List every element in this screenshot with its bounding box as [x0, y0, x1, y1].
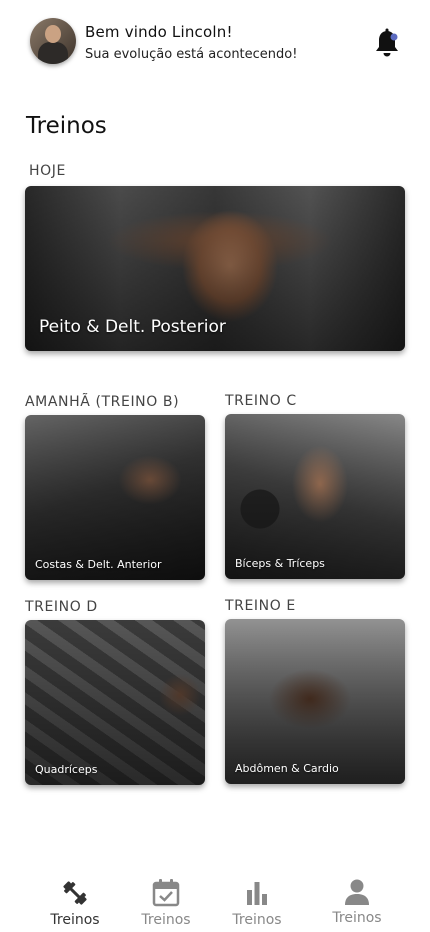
avatar[interactable] — [30, 18, 76, 64]
workout-e-label: TREINO E — [225, 598, 296, 614]
calendar-check-icon — [152, 879, 180, 907]
notification-dot — [390, 33, 398, 41]
page-title: Treinos — [26, 113, 107, 139]
workout-b-title: Costas & Delt. Anterior — [35, 558, 162, 571]
nav-item-stats[interactable]: Treinos — [211, 868, 303, 932]
today-workout-card[interactable]: Peito & Delt. Posterior — [25, 186, 405, 351]
bottom-nav: Treinos Treinos Treinos Treinos — [0, 868, 430, 932]
bell-icon — [376, 28, 398, 57]
card-shade — [25, 415, 205, 580]
nav-label: Treinos — [50, 912, 100, 928]
greeting-text: Bem vindo Lincoln! — [85, 23, 233, 41]
today-label: HOJE — [29, 163, 66, 179]
avatar-torso — [38, 42, 68, 64]
workout-d-title: Quadríceps — [35, 763, 98, 776]
person-icon — [345, 879, 369, 905]
nav-item-calendar[interactable]: Treinos — [120, 868, 212, 932]
workout-b-label: AMANHÃ (TREINO B) — [25, 394, 180, 410]
today-workout-title: Peito & Delt. Posterior — [39, 317, 226, 337]
card-shade — [225, 414, 405, 579]
bar-chart-icon — [247, 882, 267, 905]
workout-e-card[interactable]: Abdômen & Cardio — [225, 619, 405, 784]
nav-item-treinos[interactable]: Treinos — [29, 868, 121, 932]
workout-e-title: Abdômen & Cardio — [235, 762, 339, 775]
workout-d-card[interactable]: Quadríceps — [25, 620, 205, 785]
nav-label: Treinos — [232, 912, 282, 928]
card-shade — [225, 619, 405, 784]
workout-c-card[interactable]: Bíceps & Tríceps — [225, 414, 405, 579]
nav-item-profile[interactable]: Treinos — [311, 868, 403, 932]
workout-b-card[interactable]: Costas & Delt. Anterior — [25, 415, 205, 580]
subtitle-text: Sua evolução está acontecendo! — [85, 47, 298, 62]
dumbbell-icon — [63, 881, 87, 905]
card-shade — [25, 620, 205, 785]
nav-label: Treinos — [141, 912, 191, 928]
workout-d-label: TREINO D — [25, 599, 98, 615]
workout-c-label: TREINO C — [225, 393, 297, 409]
header: Bem vindo Lincoln! Sua evolução está aco… — [30, 18, 410, 68]
avatar-head — [45, 25, 61, 43]
notification-button[interactable] — [373, 28, 401, 58]
nav-label: Treinos — [332, 910, 382, 926]
workout-c-title: Bíceps & Tríceps — [235, 557, 325, 570]
